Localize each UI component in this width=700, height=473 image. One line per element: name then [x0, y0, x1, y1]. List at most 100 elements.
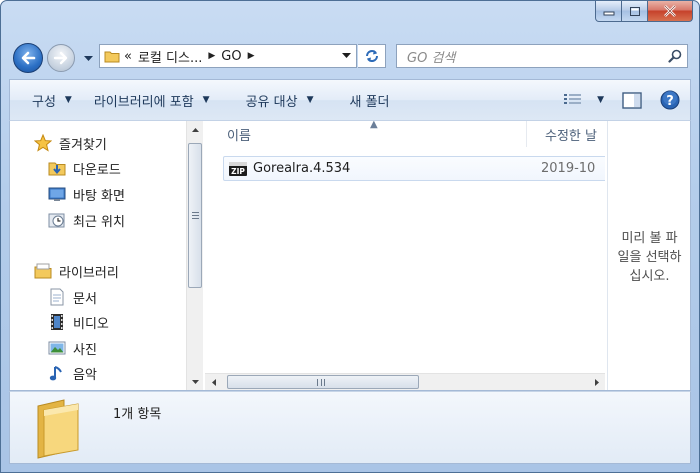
sidebar-item-documents[interactable]: 문서	[47, 286, 97, 308]
column-header-modified[interactable]: 수정한 날	[527, 121, 605, 147]
chevron-down-icon: ▼	[64, 95, 72, 105]
share-with-button[interactable]: 공유 대상 ▼	[222, 80, 326, 121]
sidebar-item-label: 즐겨찾기	[59, 137, 107, 153]
explorer-window: « 로컬 디스... ▶ GO ▶ GO 검색 구성 ▼ 라이브러리에 포함 ▼	[0, 0, 700, 473]
breadcrumb-item-go[interactable]: GO	[221, 49, 241, 64]
organize-label: 구성	[32, 94, 56, 110]
column-header-modified-label: 수정한 날	[545, 128, 597, 144]
back-button[interactable]	[13, 43, 43, 73]
new-folder-label: 새 폴더	[349, 94, 390, 110]
downloads-folder-icon	[47, 158, 67, 178]
sidebar-item-desktop[interactable]: 바탕 화면	[47, 183, 125, 205]
address-bar[interactable]: « 로컬 디스... ▶ GO ▶	[99, 44, 357, 68]
breadcrumb-overflow[interactable]: «	[124, 49, 132, 64]
new-folder-button[interactable]: 새 폴더	[325, 80, 401, 121]
sidebar-item-label: 음악	[73, 367, 97, 383]
desktop-icon	[47, 184, 67, 204]
details-pane: 1개 항목	[9, 391, 691, 464]
sidebar-item-videos[interactable]: 비디오	[47, 311, 109, 333]
table-row[interactable]: ZIP Gorealra.4.534 2019-10	[223, 156, 605, 181]
grip-icon	[317, 379, 325, 386]
sidebar-item-label: 최근 위치	[73, 214, 125, 230]
file-list-horizontal-scrollbar[interactable]	[205, 373, 605, 390]
sidebar-item-label: 사진	[73, 342, 97, 358]
search-icon[interactable]	[663, 49, 687, 63]
breadcrumb: « 로컬 디스... ▶ GO ▶	[124, 47, 336, 66]
help-icon: ?	[660, 90, 680, 110]
scroll-up-button[interactable]	[187, 121, 203, 138]
close-button[interactable]	[648, 1, 693, 22]
sidebar-item-recent-places[interactable]: 최근 위치	[47, 209, 125, 231]
minimize-button[interactable]	[595, 1, 622, 22]
chevron-down-icon	[341, 53, 351, 58]
include-in-library-label: 라이브러리에 포함	[93, 94, 194, 110]
maximize-icon	[629, 6, 640, 16]
sidebar-item-music[interactable]: 음악	[47, 362, 97, 384]
search-input[interactable]: GO 검색	[407, 47, 663, 66]
command-bar: 구성 ▼ 라이브러리에 포함 ▼ 공유 대상 ▼ 새 폴더 ▼ ?	[9, 79, 691, 120]
navigation-pane-scrollbar[interactable]	[186, 121, 203, 390]
svg-text:ZIP: ZIP	[231, 167, 245, 176]
scrollbar-thumb[interactable]	[227, 375, 419, 389]
svg-text:?: ?	[666, 94, 674, 109]
sidebar-item-libraries[interactable]: 라이브러리	[33, 260, 119, 282]
search-box[interactable]: GO 검색	[396, 44, 688, 68]
sidebar-item-pictures[interactable]: 사진	[47, 337, 97, 359]
preview-pane-icon	[622, 91, 642, 109]
scroll-right-button[interactable]	[588, 374, 605, 390]
details-view-icon	[564, 94, 582, 104]
sidebar-item-label: 다운로드	[73, 162, 121, 178]
file-modified-date: 2019-10	[541, 161, 596, 176]
navigation-pane: 즐겨찾기 다운로드 바탕 화면 최근 위치 라이브러리 문서 비디오 사진 음악	[10, 121, 186, 390]
recent-pages-button[interactable]	[81, 52, 95, 66]
chevron-down-icon: ▼	[306, 95, 314, 105]
content-area: 즐겨찾기 다운로드 바탕 화면 최근 위치 라이브러리 문서 비디오 사진 음악…	[9, 120, 691, 391]
music-icon	[47, 363, 67, 383]
preview-pane-toggle-button[interactable]	[614, 80, 650, 121]
folder-icon	[34, 398, 86, 459]
chevron-right-icon	[594, 378, 599, 386]
sort-ascending-icon: ▲	[370, 121, 378, 130]
sidebar-item-downloads[interactable]: 다운로드	[47, 157, 121, 179]
refresh-icon	[365, 50, 378, 62]
breadcrumb-separator-icon[interactable]: ▶	[248, 51, 255, 61]
documents-icon	[47, 287, 67, 307]
file-list: 이름 ▲ 수정한 날 ZIP Gorealra.4.534 2019-10	[205, 121, 605, 390]
videos-icon	[47, 312, 67, 332]
grip-icon	[192, 212, 199, 219]
refresh-button[interactable]	[358, 44, 386, 68]
scrollbar-thumb[interactable]	[188, 143, 202, 288]
back-arrow-icon	[21, 51, 36, 65]
preview-message: 미리 볼 파 일을 선택하 십시오.	[608, 229, 691, 286]
include-in-library-button[interactable]: 라이브러리에 포함 ▼	[84, 80, 222, 121]
organize-menu-button[interactable]: 구성 ▼	[10, 80, 84, 121]
item-count: 1개 항목	[113, 407, 162, 422]
scroll-left-button[interactable]	[205, 374, 222, 390]
change-view-button[interactable]: ▼	[553, 80, 614, 121]
scroll-down-button[interactable]	[187, 373, 203, 390]
forward-button[interactable]	[47, 44, 75, 72]
recent-places-icon	[47, 210, 67, 230]
breadcrumb-separator-icon[interactable]: ▶	[208, 51, 215, 61]
file-name: Gorealra.4.534	[253, 161, 351, 176]
chevron-left-icon	[211, 378, 216, 386]
libraries-icon	[33, 261, 53, 281]
pictures-icon	[47, 338, 67, 358]
sidebar-item-label: 바탕 화면	[73, 188, 125, 204]
sidebar-item-label: 문서	[73, 291, 97, 307]
preview-message-line: 일을 선택하	[617, 250, 682, 265]
chevron-down-icon[interactable]: ▼	[597, 95, 604, 105]
help-button[interactable]: ?	[650, 80, 690, 121]
column-header-name[interactable]: 이름 ▲	[205, 121, 527, 147]
sidebar-item-label: 비디오	[73, 316, 109, 332]
chevron-down-icon	[83, 56, 93, 61]
chevron-down-icon	[191, 379, 199, 384]
sidebar-item-favorites[interactable]: 즐겨찾기	[33, 132, 107, 154]
breadcrumb-item-local-disk[interactable]: 로컬 디스...	[138, 47, 202, 66]
sidebar-item-label: 라이브러리	[59, 265, 119, 281]
share-with-label: 공유 대상	[245, 94, 298, 110]
preview-message-line: 미리 볼 파	[621, 231, 678, 246]
maximize-button[interactable]	[622, 1, 648, 22]
address-dropdown-button[interactable]	[336, 45, 356, 67]
minimize-icon	[603, 11, 614, 16]
